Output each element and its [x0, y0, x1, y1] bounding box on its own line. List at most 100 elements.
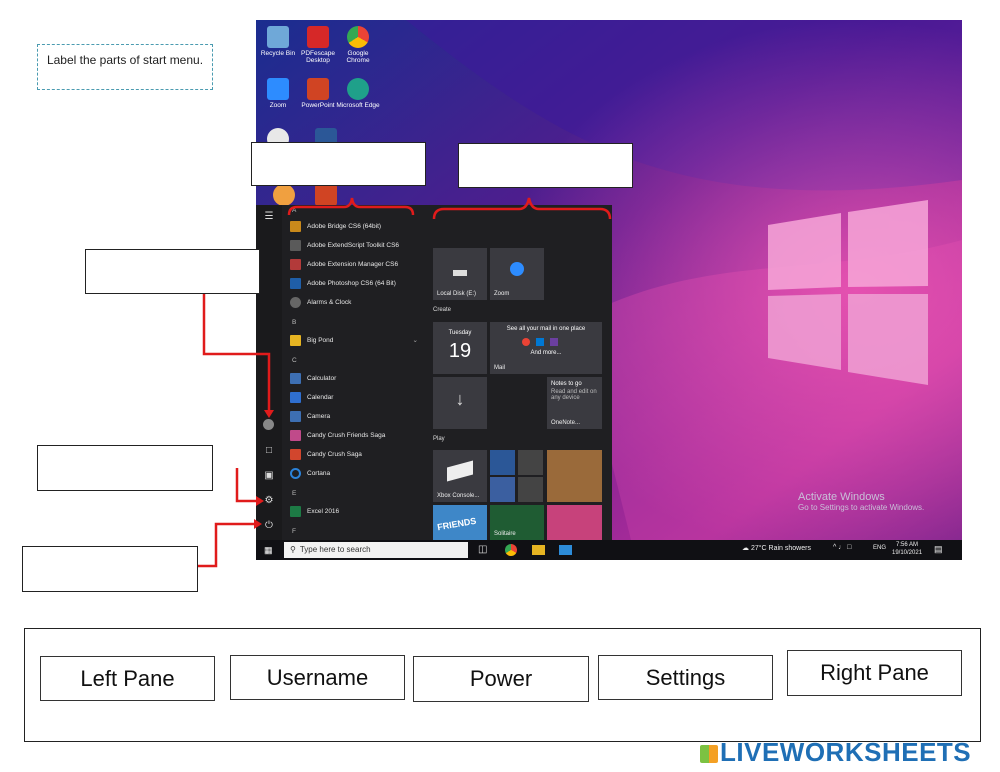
mail-more: And more... [530, 350, 562, 356]
drive-icon [453, 270, 467, 276]
calendar-day-name: Tuesday [448, 330, 472, 336]
power-arrow-line [198, 522, 256, 568]
desktop-icon-pdfescape[interactable]: PDFescape Desktop [296, 26, 340, 64]
app-item[interactable]: Camera [290, 409, 330, 425]
app-item[interactable]: Excel 2016 [290, 504, 339, 520]
clock[interactable]: 7:56 AM 19/10/2021 [892, 541, 922, 557]
answer-username[interactable]: Username [230, 655, 405, 700]
watermark-sub: Go to Settings to activate Windows. [798, 503, 925, 512]
answer-power[interactable]: Power [413, 656, 589, 702]
app-item[interactable]: Adobe Bridge CS6 (64bit) [290, 219, 381, 235]
system-tray-icons[interactable]: ^ ♩ □ [833, 544, 851, 551]
cloud-icon: ☁ [742, 545, 749, 552]
hamburger-menu-icon[interactable]: ☰ [263, 211, 275, 223]
alarm-clock-icon [290, 296, 301, 308]
tile-download[interactable]: ↓ [433, 377, 487, 429]
taskbar: ▦ ⚲ Type here to search ◫ ☁ 27°C Rain sho… [256, 540, 962, 560]
task-view-icon[interactable]: ◫ [478, 544, 487, 555]
candy-crush-friends-icon [290, 429, 301, 441]
windows-start-icon[interactable]: ▦ [264, 545, 274, 555]
app-item[interactable]: Cortana [290, 466, 330, 482]
instruction-box: Label the parts of start menu. [37, 44, 213, 90]
letter-header-e[interactable]: E [292, 490, 296, 497]
taskbar-search-box[interactable]: ⚲ Type here to search [284, 542, 468, 558]
onenote-title: Notes to go [551, 381, 582, 387]
mail-service-icons [522, 338, 570, 348]
letter-header-a[interactable]: A [292, 207, 296, 214]
user-avatar-icon[interactable] [263, 419, 274, 430]
weather-widget[interactable]: ☁ 27°C Rain showers [742, 544, 811, 552]
desktop-icon-recycle-bin[interactable]: Recycle Bin [256, 26, 300, 57]
app-item[interactable]: Calendar [290, 390, 333, 406]
xbox-console-icon [447, 460, 473, 482]
group-label-play: Play [433, 436, 445, 442]
folder-icon [290, 334, 301, 346]
answer-settings[interactable]: Settings [598, 655, 773, 700]
activate-windows-watermark: Activate Windows Go to Settings to activ… [798, 491, 924, 512]
documents-icon[interactable]: □ [263, 445, 275, 457]
desktop-icon-chrome[interactable]: Google Chrome [336, 26, 380, 64]
settings-gear-icon[interactable]: ⚙ [263, 495, 275, 507]
tile-calendar[interactable]: Tuesday 19 [433, 322, 487, 374]
tile-groove[interactable] [518, 450, 543, 475]
label-box-left-pane[interactable] [251, 142, 426, 186]
power-icon[interactable]: ⏻ [263, 520, 275, 532]
desktop-icon-powerpoint[interactable]: PowerPoint [296, 78, 340, 109]
friends-label: FRIENDS [436, 515, 478, 533]
tile-game[interactable] [547, 450, 602, 502]
notifications-icon[interactable]: ▤ [934, 544, 943, 555]
recycle-bin-icon [267, 26, 289, 48]
edge-icon [347, 78, 369, 100]
tile-calculator[interactable] [490, 477, 515, 502]
file-explorer-icon[interactable] [532, 545, 545, 555]
app-item[interactable]: Candy Crush Friends Saga [290, 428, 385, 444]
tile-candy-friends[interactable]: FRIENDS [433, 505, 487, 540]
start-menu: ☰ □ ▣ ⚙ ⏻ A Adobe Bridge CS6 (64bit) Ado… [256, 205, 612, 540]
tile-mail[interactable]: See all your mail in one place And more.… [490, 322, 602, 374]
tile-local-disk[interactable]: Local Disk (E:) [433, 248, 487, 300]
language-indicator[interactable]: ENG [873, 545, 886, 551]
search-icon: ⚲ [290, 545, 296, 554]
app-item[interactable]: Big Pond ⌄ [290, 333, 418, 349]
photoshop-icon [290, 277, 301, 289]
chrome-taskbar-icon[interactable] [505, 544, 517, 556]
calendar-icon [290, 391, 301, 403]
desktop-icon-zoom[interactable]: Zoom [256, 78, 300, 109]
chrome-icon [347, 26, 369, 48]
label-box-settings[interactable] [37, 445, 213, 491]
label-box-power[interactable] [22, 546, 198, 592]
desktop-screenshot: Recycle Bin PDFescape Desktop Google Chr… [256, 20, 962, 560]
label-box-username[interactable] [85, 249, 260, 294]
instruction-text: Label the parts of start menu. [46, 53, 204, 67]
tile-candy-crush[interactable] [547, 505, 602, 540]
tile-onenote[interactable]: Notes to go Read and edit on any device … [547, 377, 602, 429]
letter-header-b[interactable]: B [292, 319, 296, 326]
answer-right-pane[interactable]: Right Pane [787, 650, 962, 696]
pictures-icon[interactable]: ▣ [263, 470, 275, 482]
desktop-icon-edge[interactable]: Microsoft Edge [336, 78, 380, 109]
calculator-icon [290, 372, 301, 384]
app-item[interactable]: Candy Crush Saga [290, 447, 362, 463]
label-box-right-pane[interactable] [458, 143, 633, 188]
extension-manager-icon [290, 258, 301, 270]
letter-header-c[interactable]: C [292, 357, 297, 364]
app-icon [273, 184, 295, 206]
tile-solitaire[interactable]: Solitaire [490, 505, 544, 540]
cortana-icon [290, 467, 301, 479]
mail-taskbar-icon[interactable] [559, 545, 572, 555]
answer-left-pane[interactable]: Left Pane [40, 656, 215, 701]
extendscript-icon [290, 239, 301, 251]
tile-zoom[interactable]: Zoom [490, 248, 544, 300]
app-item[interactable]: Adobe Photoshop CS6 (64 Bit) [290, 276, 396, 292]
zoom-icon [510, 262, 524, 276]
chevron-down-icon: ⌄ [412, 337, 418, 344]
app-item[interactable]: Calculator [290, 371, 336, 387]
tile-movies[interactable] [490, 450, 515, 475]
letter-header-f[interactable]: F [292, 528, 296, 535]
candy-crush-icon [290, 448, 301, 460]
tile-maps[interactable] [518, 477, 543, 502]
app-item[interactable]: Alarms & Clock [290, 295, 351, 311]
app-item[interactable]: Adobe ExtendScript Toolkit CS6 [290, 238, 399, 254]
app-item[interactable]: Adobe Extension Manager CS6 [290, 257, 398, 273]
tile-xbox[interactable]: Xbox Console... [433, 450, 487, 502]
